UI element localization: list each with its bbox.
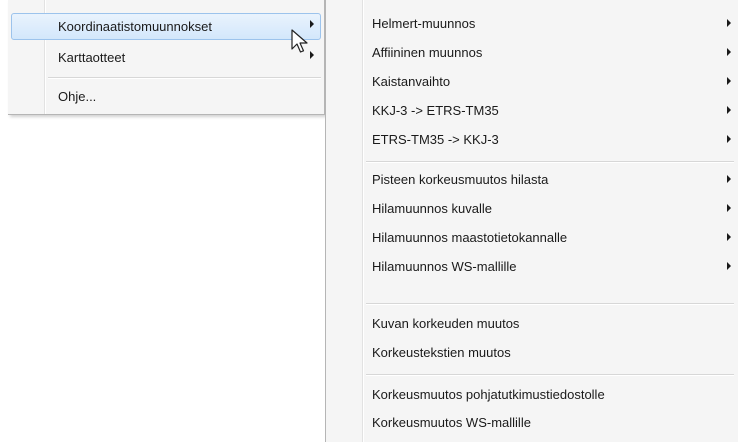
menu-item-ohje[interactable]: Ohje... <box>11 83 321 110</box>
submenu-item-label: Kaistanvaihto <box>372 74 451 89</box>
submenu-item-etrs-tm35-to-kkj3[interactable]: ETRS-TM35 -> KKJ-3 <box>326 127 738 153</box>
submenu-separator <box>366 374 734 376</box>
submenu-item-label: ETRS-TM35 -> KKJ-3 <box>372 132 499 147</box>
submenu-item-label: Korkeustekstien muutos <box>372 345 511 360</box>
menu-separator <box>48 77 321 79</box>
main-menu: Koordinaatistomuunnokset Karttaotteet Oh… <box>8 0 325 115</box>
menu-item-label: Koordinaatistomuunnokset <box>58 19 212 34</box>
submenu-item-korkeusmuutos-pohjatutkimustiedostolle[interactable]: Korkeusmuutos pohjatutkimustiedostolle <box>326 382 738 408</box>
chevron-right-icon <box>727 19 731 27</box>
submenu-item-label: Hilamuunnos maastotietokannalle <box>372 230 568 245</box>
submenu-item-hilamuunnos-ws-mallille[interactable]: Hilamuunnos WS-mallille <box>326 254 738 280</box>
submenu-separator <box>366 161 734 163</box>
submenu-item-label: Hilamuunnos WS-mallille <box>372 259 517 274</box>
chevron-right-icon <box>727 77 731 85</box>
submenu-item-label: Pisteen korkeusmuutos hilasta <box>372 172 549 187</box>
chevron-right-icon <box>727 204 731 212</box>
menu-item-label: Ohje... <box>58 89 97 104</box>
submenu-item-hilamuunnos-maastotietokannalle[interactable]: Hilamuunnos maastotietokannalle <box>326 225 738 251</box>
chevron-right-icon <box>727 233 731 241</box>
submenu-koordinaatistomuunnokset: Helmert-muunnos Affiininen muunnos Kaist… <box>325 0 738 442</box>
submenu-item-kuvan-korkeuden-muutos[interactable]: Kuvan korkeuden muutos <box>326 311 738 337</box>
chevron-right-icon <box>727 175 731 183</box>
menu-item-karttaotteet[interactable]: Karttaotteet <box>11 44 321 71</box>
submenu-item-label: KKJ-3 -> ETRS-TM35 <box>372 103 499 118</box>
chevron-right-icon <box>727 135 731 143</box>
submenu-item-hilamuunnos-kuvalle[interactable]: Hilamuunnos kuvalle <box>326 196 738 222</box>
submenu-item-label: Hilamuunnos kuvalle <box>372 201 492 216</box>
submenu-item-label: Kuvan korkeuden muutos <box>372 316 520 331</box>
menu-item-koordinaatistomuunnokset[interactable]: Koordinaatistomuunnokset <box>11 13 321 40</box>
submenu-item-label: Helmert-muunnos <box>372 16 476 31</box>
chevron-right-icon <box>727 106 731 114</box>
mouse-pointer-icon <box>291 29 308 53</box>
submenu-item-affiininen-muunnos[interactable]: Affiininen muunnos <box>326 40 738 66</box>
menu-item-label: Karttaotteet <box>58 50 126 65</box>
submenu-item-kkj3-to-etrs-tm35[interactable]: KKJ-3 -> ETRS-TM35 <box>326 98 738 124</box>
submenu-item-korkeustekstien-muutos[interactable]: Korkeustekstien muutos <box>326 340 738 366</box>
submenu-item-label: Korkeusmuutos WS-mallille <box>372 415 531 430</box>
submenu-item-kaistanvaihto[interactable]: Kaistanvaihto <box>326 69 738 95</box>
submenu-item-helmert-muunnos[interactable]: Helmert-muunnos <box>326 11 738 37</box>
submenu-separator <box>366 303 734 305</box>
chevron-right-icon <box>727 262 731 270</box>
submenu-item-label: Affiininen muunnos <box>372 45 483 60</box>
menu-stage: Koordinaatistomuunnokset Karttaotteet Oh… <box>0 0 738 442</box>
submenu-item-korkeusmuutos-ws-mallille[interactable]: Korkeusmuutos WS-mallille <box>326 410 738 436</box>
submenu-item-label: Korkeusmuutos pohjatutkimustiedostolle <box>372 387 605 402</box>
chevron-right-icon <box>310 20 314 28</box>
chevron-right-icon <box>727 48 731 56</box>
submenu-item-pisteen-korkeusmuutos-hilasta[interactable]: Pisteen korkeusmuutos hilasta <box>326 167 738 193</box>
